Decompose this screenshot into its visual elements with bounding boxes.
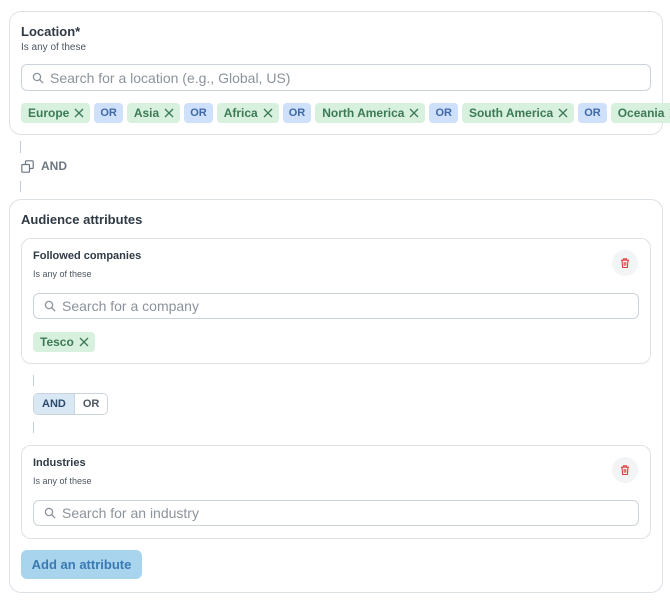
search-icon	[44, 300, 56, 312]
location-chip: South America	[461, 103, 575, 123]
location-chip-list: Europe OR Asia OR Africa OR North Americ…	[21, 103, 670, 123]
delete-followed-companies-button[interactable]	[612, 250, 638, 276]
trash-icon	[621, 465, 629, 476]
trash-icon	[621, 258, 629, 269]
remove-chip-icon[interactable]	[263, 108, 273, 118]
or-separator: OR	[429, 103, 458, 123]
remove-chip-icon[interactable]	[558, 108, 568, 118]
or-separator: OR	[578, 103, 607, 123]
search-icon	[32, 72, 44, 83]
and-connector-label: AND	[41, 159, 67, 173]
remove-chip-icon[interactable]	[409, 108, 419, 118]
chip-label: South America	[468, 106, 554, 120]
location-title: Location*	[21, 24, 81, 39]
industry-search-input[interactable]	[62, 505, 638, 521]
audience-attributes-title: Audience attributes	[21, 212, 143, 227]
location-search[interactable]	[21, 64, 651, 91]
search-icon	[44, 507, 56, 519]
connector-line-bottom	[20, 181, 21, 192]
or-separator: OR	[282, 103, 312, 123]
add-attribute-button[interactable]: Add an attribute	[21, 550, 142, 579]
copy-icon	[21, 159, 34, 173]
remove-chip-icon[interactable]	[74, 108, 84, 118]
chip-label: North America	[322, 106, 405, 120]
or-toggle-option[interactable]: OR	[74, 394, 108, 414]
and-connector: AND	[21, 159, 67, 173]
location-subtitle: Is any of these	[21, 42, 87, 53]
chip-label: Asia	[133, 106, 160, 120]
company-search-input[interactable]	[62, 298, 638, 314]
and-or-toggle: AND OR	[33, 393, 109, 415]
delete-industries-button[interactable]	[612, 457, 638, 483]
followed-companies-title: Followed companies	[33, 250, 142, 262]
location-chip: Europe	[21, 103, 91, 123]
company-chip-list: Tesco	[33, 332, 95, 352]
connector-line-top	[20, 141, 21, 153]
location-chip: Asia	[126, 103, 181, 123]
followed-companies-subtitle: Is any of these	[33, 269, 92, 279]
or-separator: OR	[94, 103, 123, 123]
location-card: Location* Is any of these Europe OR Asia…	[9, 11, 670, 135]
attribute-connector-line-top	[33, 375, 34, 386]
attribute-connector-line-bottom	[33, 422, 34, 433]
company-chip: Tesco	[33, 332, 95, 352]
chip-label: Europe	[28, 106, 70, 120]
chip-label: Tesco	[40, 335, 74, 349]
industries-card: Industries Is any of these	[21, 445, 651, 539]
and-toggle-option[interactable]: AND	[34, 394, 75, 414]
industries-title: Industries	[33, 457, 86, 469]
location-chip: Africa	[216, 103, 279, 123]
remove-chip-icon[interactable]	[164, 108, 174, 118]
or-separator: OR	[184, 103, 213, 123]
location-chip: Oceania	[610, 103, 670, 123]
location-search-input[interactable]	[50, 69, 650, 86]
audience-attributes-card: Audience attributes Followed companies I…	[9, 199, 663, 593]
industries-subtitle: Is any of these	[33, 476, 92, 486]
chip-label: Africa	[223, 106, 258, 120]
industry-search[interactable]	[33, 500, 639, 526]
company-search[interactable]	[33, 293, 639, 319]
chip-label: Oceania	[617, 106, 665, 120]
remove-chip-icon[interactable]	[79, 337, 89, 347]
followed-companies-card: Followed companies Is any of these Tesco	[21, 238, 651, 364]
location-chip: North America	[315, 103, 426, 123]
